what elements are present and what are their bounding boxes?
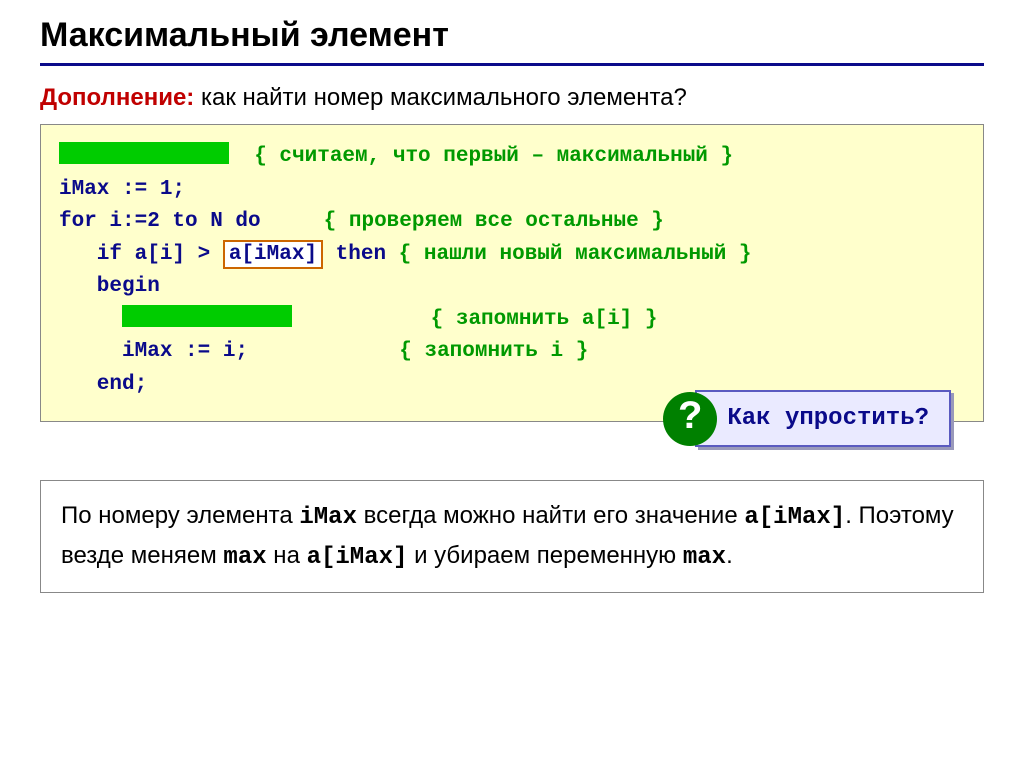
explanation-box: По номеру элемента iMax всегда можно най…: [40, 480, 984, 592]
code-line-4: if a[i] > a[iMax] then { нашли новый мак…: [59, 239, 965, 272]
code-comment: { нашли новый максимальный }: [399, 243, 752, 266]
explain-code: iMax: [299, 504, 357, 531]
explain-code: a[iMax]: [307, 544, 408, 571]
redacted-block: [59, 142, 229, 164]
code-comment: { запомнить i }: [399, 340, 588, 363]
highlighted-code: a[iMax]: [223, 240, 323, 269]
code-line-7: iMax := i; { запомнить i }: [59, 336, 965, 369]
explain-code: a[iMax]: [744, 504, 845, 531]
callout: ? Как упростить?: [663, 390, 951, 447]
callout-box: Как упростить?: [695, 390, 951, 447]
explain-text: и убираем переменную: [407, 542, 682, 569]
code-text: if a[i] >: [59, 243, 223, 266]
code-line-5: begin: [59, 271, 965, 304]
question-prefix: Дополнение:: [40, 84, 194, 111]
explain-code: max: [683, 544, 726, 571]
explain-code: max: [223, 544, 266, 571]
code-text: iMax := i;: [59, 340, 399, 363]
code-comment: { проверяем все остальные }: [324, 210, 664, 233]
code-line-1: { считаем, что первый – максимальный }: [59, 141, 965, 174]
code-line-2: iMax := 1;: [59, 174, 965, 207]
explain-text: всегда можно найти его значение: [357, 502, 744, 529]
explain-text: .: [726, 542, 733, 569]
question-body: как найти номер максимального элемента?: [201, 84, 687, 111]
question-line: Дополнение: как найти номер максимальног…: [40, 84, 984, 112]
code-comment: { запомнить a[i] }: [431, 308, 658, 331]
question-mark-icon: ?: [663, 392, 717, 446]
code-line-3: for i:=2 to N do { проверяем все остальн…: [59, 206, 965, 239]
code-comment: { считаем, что первый – максимальный }: [254, 145, 733, 168]
redacted-block: [122, 305, 292, 327]
page-title: Максимальный элемент: [40, 16, 984, 63]
explain-text: По номеру элемента: [61, 502, 299, 529]
explain-text: на: [267, 542, 307, 569]
divider: [40, 63, 984, 66]
code-block: { считаем, что первый – максимальный } i…: [40, 124, 984, 422]
code-text: for i:=2 to N do: [59, 210, 324, 233]
code-text: then: [323, 243, 399, 266]
code-line-6: { запомнить a[i] }: [59, 304, 965, 337]
